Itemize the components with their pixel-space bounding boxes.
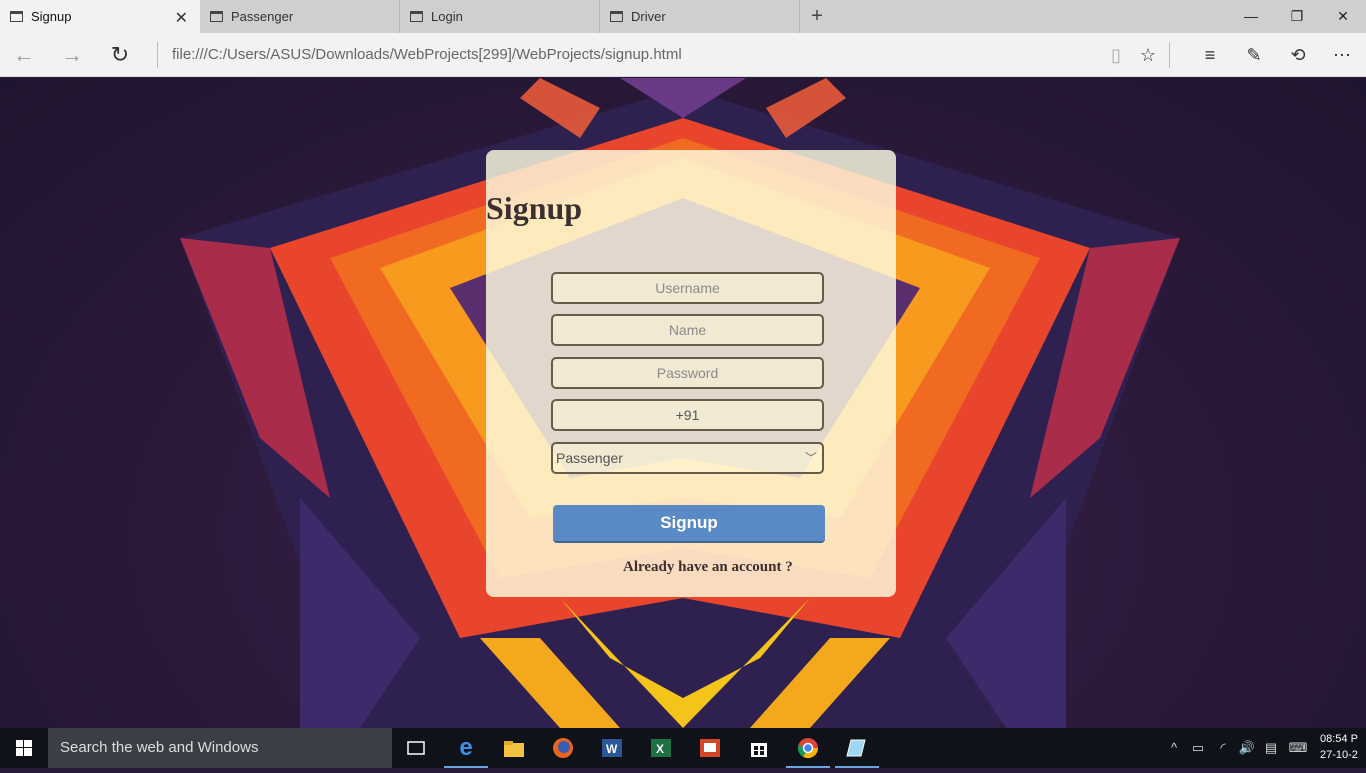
refresh-icon[interactable]: ↻ bbox=[102, 39, 138, 71]
clock-date: 27-10-2 bbox=[1320, 749, 1358, 761]
signup-button[interactable]: Signup bbox=[553, 505, 825, 543]
back-icon[interactable]: ← bbox=[6, 39, 42, 71]
address-bar: ← → ↻ file:///C:/Users/ASUS/Downloads/We… bbox=[0, 33, 1366, 77]
excel-icon[interactable]: X bbox=[637, 728, 685, 768]
presentation-app-icon[interactable] bbox=[686, 728, 734, 768]
url-field[interactable]: file:///C:/Users/ASUS/Downloads/WebProje… bbox=[172, 46, 682, 63]
chevron-down-icon: ﹀ bbox=[804, 451, 817, 465]
page-background: Signup Username Name Password +91 Passen… bbox=[0, 78, 1366, 728]
page-icon bbox=[10, 11, 23, 22]
tab-signup[interactable]: Signup ✕ bbox=[0, 0, 200, 33]
role-select-value: Passenger bbox=[556, 450, 623, 466]
tab-label: Signup bbox=[31, 9, 72, 24]
tab-label: Login bbox=[431, 9, 463, 24]
system-clock[interactable]: 08:54 P 27-10-2 bbox=[1320, 731, 1358, 763]
minimize-icon[interactable]: — bbox=[1228, 0, 1274, 33]
windows-start-icon[interactable] bbox=[0, 728, 48, 768]
edge-browser-icon[interactable]: e bbox=[442, 728, 490, 768]
favorite-star-icon[interactable]: ☆ bbox=[1133, 40, 1163, 70]
role-select[interactable]: Passenger ﹀ bbox=[551, 442, 824, 474]
notifications-icon[interactable]: ▤ bbox=[1260, 728, 1282, 768]
share-icon[interactable]: ⟲ bbox=[1283, 40, 1313, 70]
svg-text:X: X bbox=[656, 742, 664, 756]
close-icon[interactable]: ✕ bbox=[175, 8, 188, 28]
chrome-icon[interactable] bbox=[784, 728, 832, 768]
username-field[interactable]: Username bbox=[551, 272, 824, 304]
reading-view-icon[interactable]: ▯ bbox=[1101, 40, 1131, 70]
hub-icon[interactable]: ≡ bbox=[1195, 40, 1225, 70]
password-field[interactable]: Password bbox=[551, 357, 824, 389]
file-explorer-icon[interactable] bbox=[490, 728, 538, 768]
task-view-icon[interactable] bbox=[392, 728, 440, 768]
new-tab-icon[interactable]: + bbox=[805, 3, 829, 29]
divider bbox=[157, 42, 158, 68]
signup-card: Signup Username Name Password +91 Passen… bbox=[486, 150, 896, 597]
battery-icon[interactable]: ▭ bbox=[1187, 728, 1209, 768]
store-icon[interactable] bbox=[735, 728, 783, 768]
phone-field[interactable]: +91 bbox=[551, 399, 824, 431]
tab-label: Passenger bbox=[231, 9, 294, 24]
more-icon[interactable]: ⋯ bbox=[1327, 40, 1357, 70]
tab-strip: Signup ✕ Passenger Login Driver + — ❐ ✕ bbox=[0, 0, 1366, 33]
web-note-icon[interactable]: ✎ bbox=[1239, 40, 1269, 70]
word-icon[interactable]: W bbox=[588, 728, 636, 768]
tab-login[interactable]: Login bbox=[400, 0, 600, 33]
page-icon bbox=[610, 11, 623, 22]
taskbar-search-input[interactable]: Search the web and Windows bbox=[48, 728, 392, 768]
login-link[interactable]: Already have an account ? bbox=[623, 559, 793, 576]
clock-time: 08:54 P bbox=[1320, 733, 1358, 745]
tray-chevron-icon[interactable]: ^ bbox=[1163, 728, 1185, 768]
keyboard-icon[interactable]: ⌨ bbox=[1286, 728, 1310, 768]
page-icon bbox=[210, 11, 223, 22]
firefox-icon[interactable] bbox=[539, 728, 587, 768]
tab-driver[interactable]: Driver bbox=[600, 0, 800, 33]
name-field[interactable]: Name bbox=[551, 314, 824, 346]
taskbar: Search the web and Windows e W X ^ ▭ ◜ 🔊… bbox=[0, 728, 1366, 768]
notepad-icon[interactable] bbox=[833, 728, 881, 768]
volume-icon[interactable]: 🔊 bbox=[1236, 728, 1258, 768]
page-icon bbox=[410, 11, 423, 22]
divider bbox=[1169, 42, 1170, 68]
wifi-icon[interactable]: ◜ bbox=[1212, 728, 1234, 768]
svg-text:W: W bbox=[606, 742, 618, 756]
tab-passenger[interactable]: Passenger bbox=[200, 0, 400, 33]
window-close-icon[interactable]: ✕ bbox=[1320, 0, 1366, 33]
forward-icon[interactable]: → bbox=[54, 39, 90, 71]
signup-heading: Signup bbox=[486, 190, 583, 226]
tab-label: Driver bbox=[631, 9, 666, 24]
restore-icon[interactable]: ❐ bbox=[1274, 0, 1320, 33]
